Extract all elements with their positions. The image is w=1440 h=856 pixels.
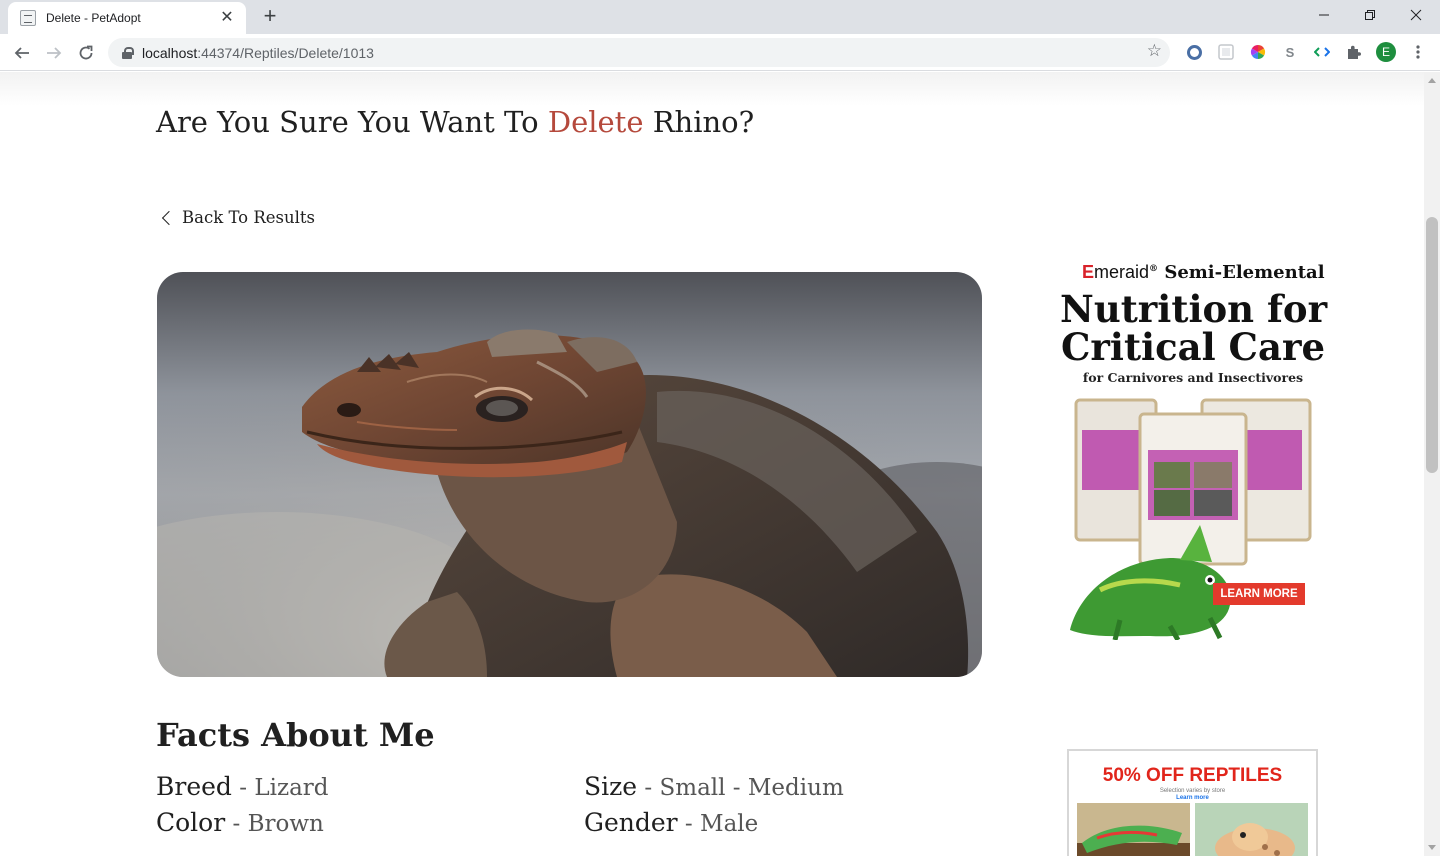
extension-code-icon[interactable] — [1313, 43, 1331, 61]
profile-avatar[interactable]: E — [1376, 42, 1396, 62]
tab-title: Delete - PetAdopt — [46, 11, 141, 25]
pet-photo — [157, 272, 982, 677]
restore-window-icon[interactable] — [1347, 0, 1393, 30]
page-scrollbar[interactable] — [1424, 72, 1440, 856]
url-text: localhost:44374/Reptiles/Delete/1013 — [142, 44, 374, 61]
address-bar[interactable]: localhost:44374/Reptiles/Delete/1013 ☆ — [108, 38, 1170, 67]
fact-breed: Breed - Lizard — [156, 772, 329, 801]
fact-size: Size - Small - Medium — [584, 772, 844, 801]
scroll-down-arrow-icon[interactable] — [1428, 845, 1436, 850]
lock-icon[interactable] — [122, 46, 134, 59]
learn-more-button[interactable]: LEARN MORE — [1213, 583, 1305, 605]
close-tab-icon[interactable]: ✕ — [218, 9, 236, 27]
extensions-puzzle-icon[interactable] — [1345, 43, 1363, 61]
reload-icon[interactable] — [72, 39, 100, 67]
header-shadow — [0, 72, 1424, 106]
extension-compass-icon[interactable] — [1185, 43, 1203, 61]
scrollbar-thumb[interactable] — [1426, 217, 1438, 473]
chevron-left-icon — [161, 210, 177, 226]
ad2-headline: 50% OFF REPTILES — [1102, 765, 1283, 786]
browser-menu-icon[interactable] — [1409, 43, 1427, 61]
active-tab[interactable]: Delete - PetAdopt ✕ — [8, 2, 246, 34]
ad-subline: for Carnivores and Insectivores — [1082, 370, 1304, 385]
reptile-sale-ad[interactable]: 50% OFF REPTILES Selection varies by sto… — [1067, 749, 1318, 856]
ad-headline-2: Critical Care — [1060, 325, 1326, 369]
page-title: Are You Sure You Want To Delete Rhino? — [156, 105, 755, 139]
browser-toolbar: localhost:44374/Reptiles/Delete/1013 ☆ S — [0, 34, 1440, 71]
extension-s-icon[interactable]: S — [1281, 43, 1299, 61]
back-arrow-icon[interactable] — [8, 39, 36, 67]
close-window-icon[interactable] — [1393, 0, 1439, 30]
ad-brand-line: Emeraid® Semi-Elemental — [1082, 262, 1325, 283]
page-favicon-icon — [20, 10, 36, 26]
extension-frame-icon[interactable] — [1217, 43, 1235, 61]
emeraid-ad[interactable]: Emeraid® Semi-Elemental Nutrition for Cr… — [1060, 258, 1327, 648]
ad-headline-1: Nutrition for — [1060, 287, 1328, 331]
minimize-window-icon[interactable] — [1301, 0, 1347, 30]
back-to-results-link[interactable]: Back To Results — [161, 208, 316, 227]
new-tab-plus-icon[interactable]: + — [258, 5, 282, 29]
tab-strip: Delete - PetAdopt ✕ + — [0, 0, 1440, 34]
scroll-up-arrow-icon[interactable] — [1428, 78, 1436, 83]
extension-color-wheel-icon[interactable] — [1249, 43, 1267, 61]
facts-section-title: Facts About Me — [156, 716, 435, 754]
page-viewport: Are You Sure You Want To Delete Rhino? B… — [0, 72, 1424, 856]
fact-gender: Gender - Male — [584, 808, 759, 837]
back-link-label: Back To Results — [182, 208, 316, 227]
forward-arrow-icon[interactable] — [40, 39, 68, 67]
ad2-lizard-image — [1077, 803, 1190, 856]
ad2-learn-more-link[interactable]: Learn more — [1069, 795, 1316, 801]
delete-word: Delete — [547, 105, 644, 139]
fact-color: Color - Brown — [156, 808, 324, 837]
ad2-gecko-image — [1195, 803, 1308, 856]
bookmark-star-icon[interactable]: ☆ — [1147, 41, 1162, 61]
ad2-fine-print: Selection varies by store — [1159, 788, 1226, 794]
